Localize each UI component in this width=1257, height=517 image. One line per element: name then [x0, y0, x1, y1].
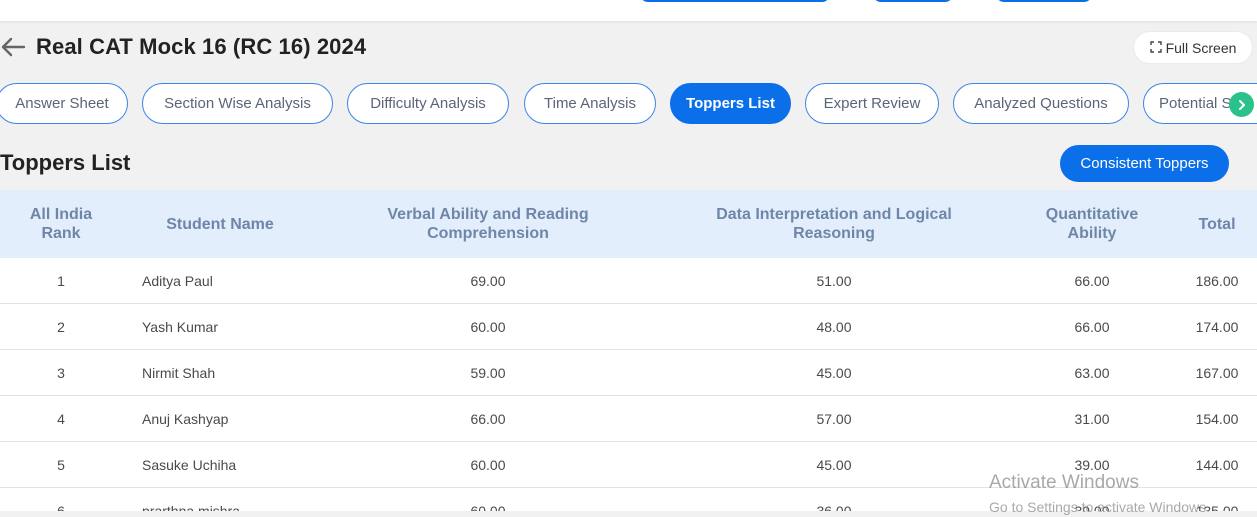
column-header-rank[interactable]: All India Rank: [18, 190, 104, 258]
tab-section-wise-analysis[interactable]: Section Wise Analysis: [142, 83, 333, 124]
toppers-table: All India Rank Student Name Verbal Abili…: [0, 190, 1257, 511]
rank-cell: 3: [57, 365, 65, 381]
table-row[interactable]: 3 Nirmit Shah 59.00 45.00 63.00 167.00: [0, 350, 1257, 396]
table-row[interactable]: 4 Anuj Kashyap 66.00 57.00 31.00 154.00: [0, 396, 1257, 442]
dilr-score-cell: 51.00: [816, 273, 852, 289]
dilr-score-cell: 48.00: [816, 319, 852, 335]
student-name-cell: Sasuke Uchiha: [142, 457, 237, 473]
expand-icon: [1149, 40, 1162, 56]
qa-score-cell: 63.00: [1074, 365, 1110, 381]
top-nav-bar: [0, 0, 1257, 21]
table-header: All India Rank Student Name Verbal Abili…: [0, 190, 1257, 258]
tab-toppers-list[interactable]: Toppers List: [670, 83, 791, 124]
section-title: Toppers List: [0, 150, 131, 175]
table-row[interactable]: 5 Sasuke Uchiha 60.00 45.00 39.00 144.00: [0, 442, 1257, 488]
qa-score-cell: 66.00: [1074, 319, 1110, 335]
student-name-cell: Yash Kumar: [142, 319, 218, 335]
total-score-cell: 135.00: [1195, 503, 1239, 511]
student-name-cell: Nirmit Shah: [142, 365, 216, 381]
total-score-cell: 174.00: [1195, 319, 1239, 335]
varc-score-cell: 69.00: [470, 273, 506, 289]
total-score-cell: 167.00: [1195, 365, 1239, 381]
total-score-cell: 144.00: [1195, 457, 1239, 473]
column-header-dilr[interactable]: Data Interpretation and Logical Reasonin…: [704, 190, 964, 258]
page-title: Real CAT Mock 16 (RC 16) 2024: [36, 34, 367, 59]
chevron-right-icon[interactable]: [1229, 92, 1254, 117]
qa-score-cell: 66.00: [1074, 273, 1110, 289]
total-score-cell: 154.00: [1195, 411, 1239, 427]
tab-answer-sheet[interactable]: Answer Sheet: [0, 83, 128, 124]
analysis-tabs: Answer Sheet Section Wise Analysis Diffi…: [0, 83, 1257, 125]
rank-cell: 1: [57, 273, 65, 289]
consistent-toppers-button[interactable]: Consistent Toppers: [1060, 145, 1229, 182]
tab-analyzed-questions[interactable]: Analyzed Questions: [953, 83, 1129, 124]
column-header-total[interactable]: Total: [1180, 190, 1254, 258]
top-nav-button[interactable]: [640, 0, 830, 2]
arrow-left-icon[interactable]: [0, 36, 26, 58]
dilr-score-cell: 45.00: [816, 365, 852, 381]
column-header-varc[interactable]: Verbal Ability and Reading Comprehension: [368, 190, 608, 258]
rank-cell: 6: [57, 503, 65, 511]
rank-cell: 5: [57, 457, 65, 473]
dilr-score-cell: 45.00: [816, 457, 852, 473]
tab-difficulty-analysis[interactable]: Difficulty Analysis: [347, 83, 509, 124]
qa-score-cell: 39.00: [1074, 503, 1110, 511]
varc-score-cell: 60.00: [470, 319, 506, 335]
fullscreen-label: Full Screen: [1165, 39, 1237, 56]
table-row[interactable]: 1 Aditya Paul 69.00 51.00 66.00 186.00: [0, 258, 1257, 304]
tab-time-analysis[interactable]: Time Analysis: [524, 83, 656, 124]
qa-score-cell: 39.00: [1074, 457, 1110, 473]
table-row[interactable]: 2 Yash Kumar 60.00 48.00 66.00 174.00: [0, 304, 1257, 350]
varc-score-cell: 59.00: [470, 365, 506, 381]
student-name-cell: prarthna mishra: [142, 503, 241, 511]
dilr-score-cell: 36.00: [816, 503, 852, 511]
rank-cell: 4: [57, 411, 65, 427]
varc-score-cell: 60.00: [470, 503, 506, 511]
dilr-score-cell: 57.00: [816, 411, 852, 427]
varc-score-cell: 66.00: [470, 411, 506, 427]
qa-score-cell: 31.00: [1074, 411, 1110, 427]
varc-score-cell: 60.00: [470, 457, 506, 473]
column-header-student-name[interactable]: Student Name: [140, 190, 300, 258]
table-row[interactable]: 6 prarthna mishra 60.00 36.00 39.00 135.…: [0, 488, 1257, 511]
page-header: Real CAT Mock 16 (RC 16) 2024 Full Scree…: [0, 30, 1257, 64]
top-nav-button[interactable]: [996, 0, 1092, 2]
fullscreen-button[interactable]: Full Screen: [1134, 32, 1252, 63]
student-name-cell: Aditya Paul: [142, 273, 213, 289]
column-header-qa[interactable]: Quantitative Ability: [1022, 190, 1162, 258]
rank-cell: 2: [57, 319, 65, 335]
total-score-cell: 186.00: [1195, 273, 1239, 289]
top-nav-button[interactable]: [873, 0, 953, 2]
tab-expert-review[interactable]: Expert Review: [805, 83, 939, 124]
student-name-cell: Anuj Kashyap: [142, 411, 229, 427]
